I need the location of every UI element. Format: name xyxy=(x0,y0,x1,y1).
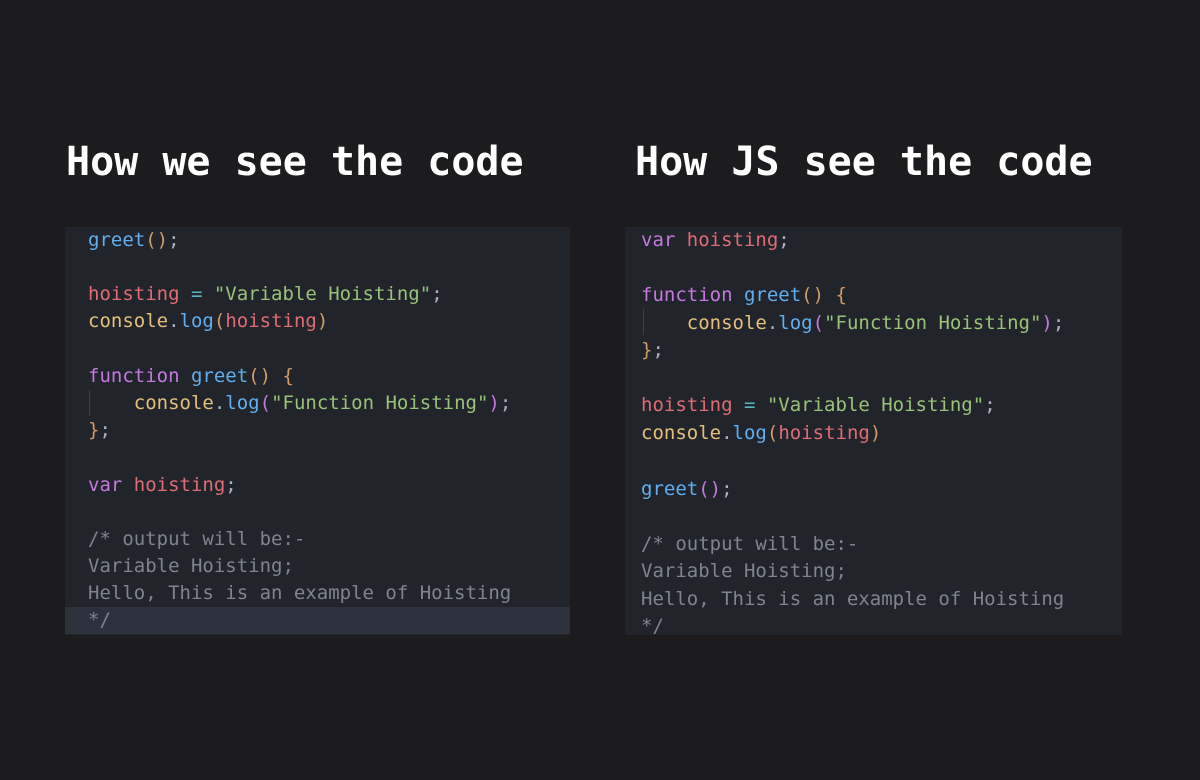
code-line-close-brace: }; xyxy=(641,339,664,361)
heading-how-js-sees: How JS see the code xyxy=(635,139,1093,185)
code-comment-line: /* output will be:- xyxy=(88,528,306,550)
code-line-var-hoisting: var hoisting; xyxy=(641,229,790,251)
code-line-console-log-function: console.log("Function Hoisting"); xyxy=(686,312,1065,334)
code-comment-line: Variable Hoisting; xyxy=(88,555,294,577)
code-panel-right: var hoisting; function greet() { console… xyxy=(625,227,1122,635)
code-line-function-greet: function greet() { xyxy=(88,365,294,387)
code-line-console-log-hoisting: console.log(hoisting) xyxy=(641,422,882,444)
code-comment-line: Hello, This is an example of Hoisting xyxy=(88,582,512,604)
code-comment-line: */ xyxy=(88,609,111,631)
code-comment-line: Variable Hoisting; xyxy=(641,560,847,582)
code-panel-left: greet(); hoisting = "Variable Hoisting";… xyxy=(65,227,570,635)
code-line-assign-hoisting: hoisting = "Variable Hoisting"; xyxy=(88,283,443,305)
code-line-close-brace: }; xyxy=(88,419,111,441)
code-comment-line: /* output will be:- xyxy=(641,533,859,555)
code-line-call-greet: greet(); xyxy=(641,478,733,500)
code-line-call-greet: greet(); xyxy=(88,229,180,251)
code-line-console-log-hoisting: console.log(hoisting) xyxy=(88,310,329,332)
active-line-highlight xyxy=(65,607,570,634)
code-line-var-hoisting: var hoisting; xyxy=(88,474,237,496)
code-comment-line: Hello, This is an example of Hoisting xyxy=(641,588,1065,610)
heading-how-we-see: How we see the code xyxy=(66,139,524,185)
code-line-function-greet: function greet() { xyxy=(641,284,847,306)
code-comment-line: */ xyxy=(641,615,664,635)
code-line-console-log-function: console.log("Function Hoisting"); xyxy=(133,392,512,414)
code-line-assign-hoisting: hoisting = "Variable Hoisting"; xyxy=(641,394,996,416)
